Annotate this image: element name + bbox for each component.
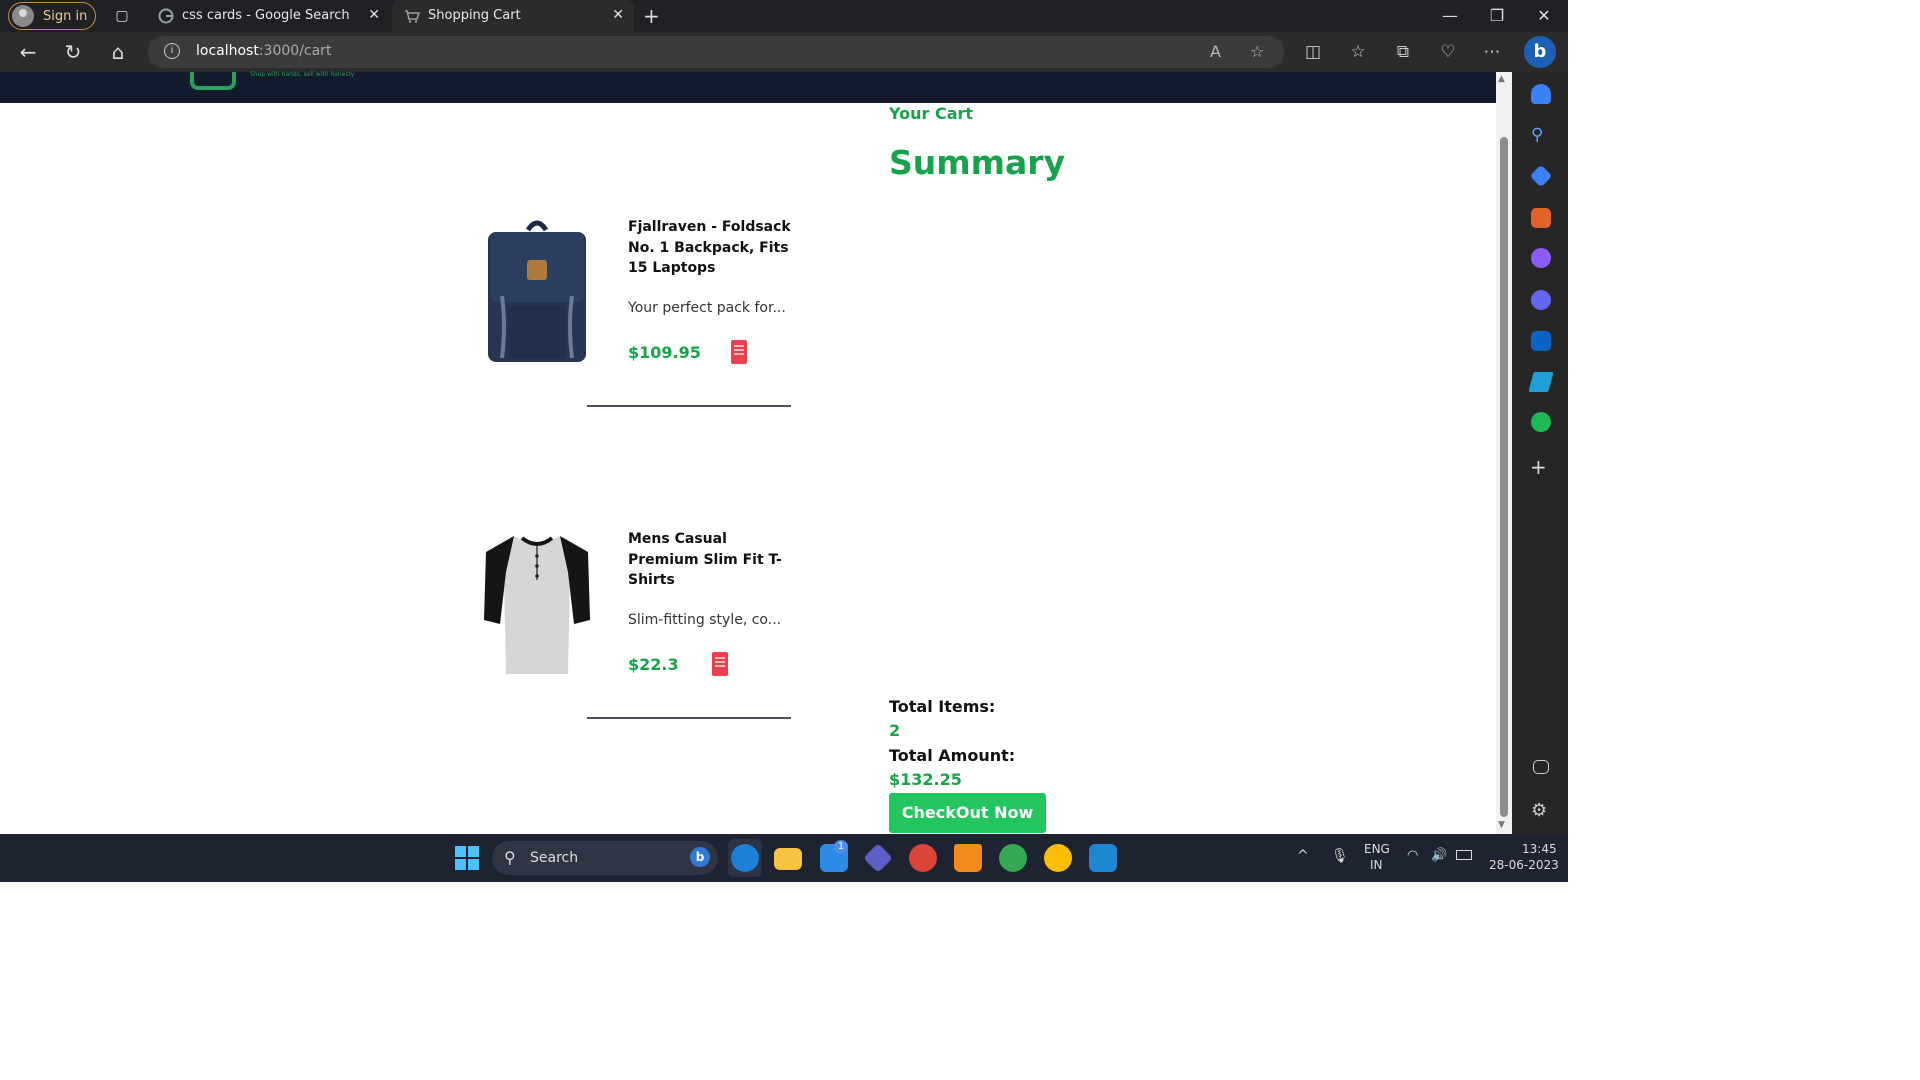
minimize-icon[interactable]: — [1440, 6, 1460, 25]
taskbar-search[interactable]: ⚲ Search b [492, 841, 718, 875]
games-icon[interactable] [1531, 248, 1551, 268]
sign-in-label: Sign in [43, 9, 88, 24]
cart-item: Mens Casual Premium Slim Fit T-Shirts Sl… [470, 522, 800, 722]
scroll-down-icon[interactable]: ▼ [1498, 820, 1505, 830]
vlc-icon[interactable] [954, 844, 982, 872]
item-divider [587, 717, 791, 719]
item-name[interactable]: Fjallraven - Foldsack No. 1 Backpack, Fi… [628, 217, 798, 279]
more-menu-icon[interactable]: ⋯ [1481, 42, 1503, 62]
close-tab-icon[interactable]: ✕ [368, 7, 380, 23]
chrome-profile-icon[interactable] [999, 844, 1027, 872]
collections-icon[interactable]: ⧉ [1392, 42, 1414, 62]
cart-icon [405, 10, 420, 23]
backpack-image[interactable] [484, 216, 590, 366]
new-tab-icon[interactable]: + [643, 6, 660, 26]
notifications-icon[interactable] [1531, 84, 1551, 104]
microsoft-365-icon[interactable] [1531, 290, 1551, 310]
site-info-icon[interactable]: i [164, 43, 180, 59]
tab-title: css cards - Google Search [182, 8, 350, 23]
performance-icon[interactable]: ♡ [1437, 42, 1459, 62]
scroll-up-icon[interactable]: ▲ [1498, 74, 1505, 84]
windows-start-icon[interactable] [455, 846, 479, 870]
tab-shopping-cart[interactable]: Shopping Cart ✕ [392, 0, 634, 32]
back-icon[interactable]: ← [14, 40, 42, 64]
tab-actions-icon[interactable]: ▢ [114, 8, 130, 24]
file-explorer-icon[interactable] [774, 848, 802, 870]
scrollbar-thumb[interactable] [1500, 137, 1508, 817]
language-code[interactable]: ENG [1364, 842, 1390, 856]
tools-icon[interactable] [1531, 208, 1551, 228]
total-amount-value: $132.25 [889, 770, 962, 789]
add-sidebar-app-icon[interactable]: + [1530, 455, 1547, 479]
your-cart-heading: Your Cart [889, 104, 974, 123]
item-description: Your perfect pack for... [628, 300, 786, 316]
mail-badge: 1 [834, 840, 848, 854]
clock-date[interactable]: 28-06-2023 [1489, 858, 1559, 872]
cart-item: Fjallraven - Foldsack No. 1 Backpack, Fi… [470, 210, 800, 410]
address-bar[interactable]: i localhost:3000/cart A ☆ [148, 36, 1284, 68]
site-logo-icon[interactable] [190, 72, 236, 90]
item-name[interactable]: Mens Casual Premium Slim Fit T-Shirts [628, 529, 798, 591]
chrome-profile-p-icon[interactable] [1044, 844, 1072, 872]
refresh-icon[interactable]: ↻ [59, 40, 87, 64]
show-hidden-icons-icon[interactable]: ^ [1297, 848, 1309, 864]
tab-google-search[interactable]: css cards - Google Search ✕ [146, 0, 390, 32]
edge-icon[interactable] [731, 844, 759, 872]
region-code[interactable]: IN [1370, 858, 1383, 872]
item-description: Slim-fitting style, co... [628, 612, 782, 628]
delete-item-icon[interactable] [712, 652, 728, 676]
search-icon[interactable]: ⚲ [1531, 125, 1551, 145]
sign-in-button[interactable]: Sign in [8, 2, 96, 30]
search-icon: ⚲ [504, 848, 516, 867]
favorites-icon[interactable]: ☆ [1347, 42, 1369, 62]
edge-sidebar [1512, 72, 1568, 834]
delete-item-icon[interactable] [731, 340, 747, 364]
home-icon[interactable]: ⌂ [104, 40, 132, 64]
total-amount-label: Total Amount: [889, 746, 1016, 765]
favorite-star-icon[interactable]: ☆ [1250, 42, 1264, 61]
item-price: $22.3 [628, 655, 679, 674]
spotify-icon[interactable] [1531, 412, 1551, 432]
total-items-label: Total Items: [889, 697, 996, 716]
close-tab-icon[interactable]: ✕ [612, 7, 624, 23]
taskbar-search-label: Search [530, 850, 579, 866]
restore-icon[interactable]: ❐ [1487, 6, 1507, 25]
hide-sidebar-icon[interactable] [1533, 760, 1549, 774]
tshirt-image[interactable] [484, 528, 590, 678]
total-items-value: 2 [889, 721, 901, 740]
tab-title: Shopping Cart [428, 8, 521, 23]
summary-title: Summary [889, 143, 1066, 182]
outlook-icon[interactable] [1531, 331, 1551, 351]
sidebar-settings-icon[interactable]: ⚙ [1531, 800, 1551, 821]
item-divider [587, 405, 791, 407]
clock-time[interactable]: 13:45 [1522, 842, 1557, 856]
google-icon [158, 8, 174, 24]
vscode-icon[interactable] [1089, 844, 1117, 872]
read-aloud-icon[interactable]: A [1210, 42, 1221, 61]
bing-icon: b [690, 847, 710, 867]
close-window-icon[interactable]: ✕ [1534, 6, 1554, 25]
chrome-icon[interactable] [909, 844, 937, 872]
url-text[interactable]: localhost:3000/cart [196, 43, 331, 59]
checkout-button[interactable]: CheckOut Now [889, 793, 1046, 833]
split-screen-icon[interactable]: ◫ [1302, 42, 1324, 62]
bing-copilot-icon[interactable]: b [1524, 36, 1556, 68]
volume-icon[interactable]: 🔊 [1431, 848, 1447, 863]
item-price: $109.95 [628, 343, 701, 362]
wifi-icon[interactable]: ◠ [1407, 848, 1418, 863]
battery-icon[interactable] [1456, 850, 1472, 860]
site-tagline: Shop with hands, sell with honesty [250, 71, 355, 78]
avatar-icon [12, 5, 34, 27]
microphone-icon[interactable]: 🎙 [1331, 848, 1349, 864]
